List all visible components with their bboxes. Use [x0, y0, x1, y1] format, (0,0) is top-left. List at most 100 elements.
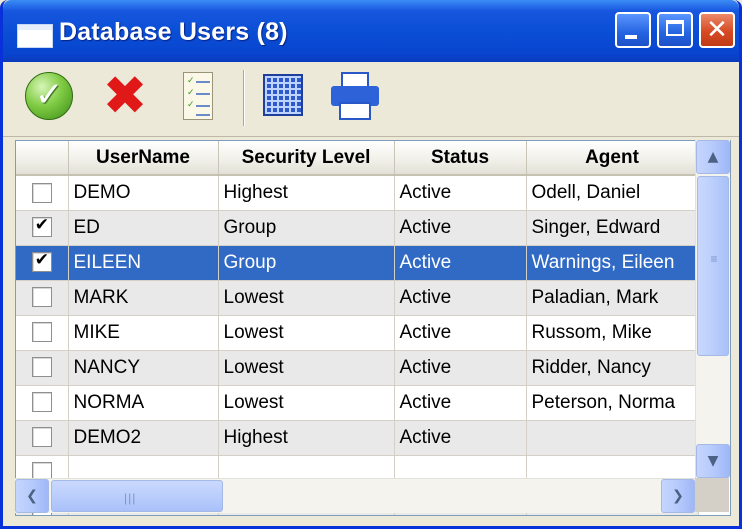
username-cell[interactable]: ED: [68, 210, 219, 246]
print-button[interactable]: [329, 70, 381, 124]
row-checkbox-cell: [16, 315, 69, 351]
security-level-cell[interactable]: Lowest: [218, 280, 395, 316]
agent-cell[interactable]: Paladian, Mark: [526, 280, 699, 316]
horizontal-scrollbar[interactable]: ❮ ||| ❯: [15, 478, 695, 513]
red-x-icon: ✖: [102, 64, 148, 127]
security-level-cell[interactable]: Group: [218, 245, 395, 281]
agent-cell[interactable]: Odell, Daniel: [526, 175, 699, 211]
check-circle-icon: ✓: [25, 72, 73, 120]
security-level-cell[interactable]: Highest: [218, 420, 395, 456]
username-cell[interactable]: NANCY: [68, 350, 219, 386]
maximize-button[interactable]: [657, 12, 693, 48]
status-cell[interactable]: Active: [394, 420, 527, 456]
row-checkbox[interactable]: [31, 182, 52, 203]
table-row[interactable]: MARK Lowest Active Paladian, Mark: [16, 280, 699, 316]
table-row[interactable]: MIKE Lowest Active Russom, Mike: [16, 315, 699, 351]
agent-cell[interactable]: Peterson, Norma: [526, 385, 699, 421]
delete-button[interactable]: ✖: [99, 64, 151, 127]
row-checkbox-cell: [16, 245, 69, 281]
security-level-cell[interactable]: Highest: [218, 175, 395, 211]
minimize-icon: [625, 35, 637, 39]
row-checkbox-cell: [16, 385, 69, 421]
column-header-check[interactable]: [16, 141, 69, 176]
grid-icon: [263, 74, 303, 116]
agent-cell[interactable]: Warnings, Eileen: [526, 245, 699, 281]
chevron-up-icon: ▲: [707, 149, 719, 165]
username-cell[interactable]: MARK: [68, 280, 219, 316]
status-cell[interactable]: Active: [394, 280, 527, 316]
security-level-cell[interactable]: Group: [218, 210, 395, 246]
printer-icon: [329, 70, 381, 122]
toolbar-separator: [243, 70, 245, 126]
grip-icon: ≡: [710, 252, 718, 266]
minimize-button[interactable]: [615, 12, 651, 48]
row-checkbox[interactable]: [31, 250, 52, 273]
username-cell[interactable]: DEMO2: [68, 420, 219, 456]
agent-cell[interactable]: [526, 420, 699, 456]
column-header-username[interactable]: UserName: [68, 141, 219, 176]
username-cell[interactable]: DEMO: [68, 175, 219, 211]
maximize-icon: [666, 20, 684, 36]
table-row[interactable]: DEMO Highest Active Odell, Daniel: [16, 175, 699, 211]
username-cell[interactable]: NORMA: [68, 385, 219, 421]
toolbar: ✓ ✖ ✓ ✓ ✓: [3, 62, 739, 137]
row-checkbox-cell: [16, 210, 69, 246]
window-icon: [17, 24, 53, 48]
table-row[interactable]: NORMA Lowest Active Peterson, Norma: [16, 385, 699, 421]
checklist-icon: ✓ ✓ ✓: [183, 72, 213, 120]
column-header-status[interactable]: Status: [394, 141, 527, 176]
security-level-cell[interactable]: Lowest: [218, 315, 395, 351]
close-icon: ✕: [706, 15, 728, 45]
status-cell[interactable]: Active: [394, 175, 527, 211]
scroll-right-button[interactable]: ❯: [661, 479, 695, 513]
table-row[interactable]: DEMO2 Highest Active: [16, 420, 699, 456]
status-cell[interactable]: Active: [394, 315, 527, 351]
vertical-scroll-thumb[interactable]: ≡: [697, 176, 729, 356]
status-cell[interactable]: Active: [394, 385, 527, 421]
status-cell[interactable]: Active: [394, 245, 527, 281]
row-checkbox[interactable]: [31, 287, 52, 308]
scroll-down-button[interactable]: ▼: [696, 444, 730, 478]
scroll-up-button[interactable]: ▲: [696, 140, 730, 174]
horizontal-scroll-thumb[interactable]: |||: [51, 480, 223, 512]
row-checkbox-cell: [16, 350, 69, 386]
agent-cell[interactable]: Ridder, Nancy: [526, 350, 699, 386]
row-checkbox-cell: [16, 280, 69, 316]
status-cell[interactable]: Active: [394, 350, 527, 386]
users-table: UserName Security Level Status Agent DEM…: [16, 141, 699, 515]
table-row[interactable]: EDGroupActiveSinger, Edward: [16, 210, 699, 246]
close-button[interactable]: ✕: [699, 12, 735, 48]
security-level-cell[interactable]: Lowest: [218, 385, 395, 421]
title-bar[interactable]: Database Users (8) ✕: [3, 0, 739, 62]
column-header-agent[interactable]: Agent: [526, 141, 699, 176]
header-row: UserName Security Level Status Agent: [16, 141, 699, 176]
row-checkbox[interactable]: [31, 427, 52, 448]
ok-button[interactable]: ✓: [23, 70, 75, 124]
chevron-down-icon: ▼: [707, 453, 719, 469]
security-level-cell[interactable]: Lowest: [218, 350, 395, 386]
table-row[interactable]: NANCY Lowest Active Ridder, Nancy: [16, 350, 699, 386]
checklist-button[interactable]: ✓ ✓ ✓: [171, 70, 223, 124]
agent-cell[interactable]: Russom, Mike: [526, 315, 699, 351]
row-checkbox-cell: [16, 175, 69, 211]
row-checkbox[interactable]: [31, 215, 52, 238]
vertical-scrollbar[interactable]: ▲ ≡ ▼: [695, 140, 730, 478]
scrollbar-corner: [695, 478, 729, 512]
chevron-right-icon: ❯: [672, 488, 684, 504]
status-cell[interactable]: Active: [394, 210, 527, 246]
row-checkbox[interactable]: [31, 322, 52, 343]
grip-icon: |||: [124, 491, 137, 505]
column-header-security-level[interactable]: Security Level: [218, 141, 395, 176]
chevron-left-icon: ❮: [26, 488, 38, 504]
row-checkbox[interactable]: [31, 392, 52, 413]
scroll-left-button[interactable]: ❮: [15, 479, 49, 513]
agent-cell[interactable]: Singer, Edward: [526, 210, 699, 246]
database-users-window: Database Users (8) ✕ ✓ ✖ ✓ ✓ ✓ UserName …: [0, 0, 742, 529]
grid-button[interactable]: [257, 70, 309, 124]
username-cell[interactable]: MIKE: [68, 315, 219, 351]
username-cell[interactable]: EILEEN: [68, 245, 219, 281]
row-checkbox-cell: [16, 420, 69, 456]
row-checkbox[interactable]: [31, 357, 52, 378]
table-row[interactable]: EILEENGroupActiveWarnings, Eileen: [16, 245, 699, 281]
window-title: Database Users (8): [59, 18, 288, 46]
